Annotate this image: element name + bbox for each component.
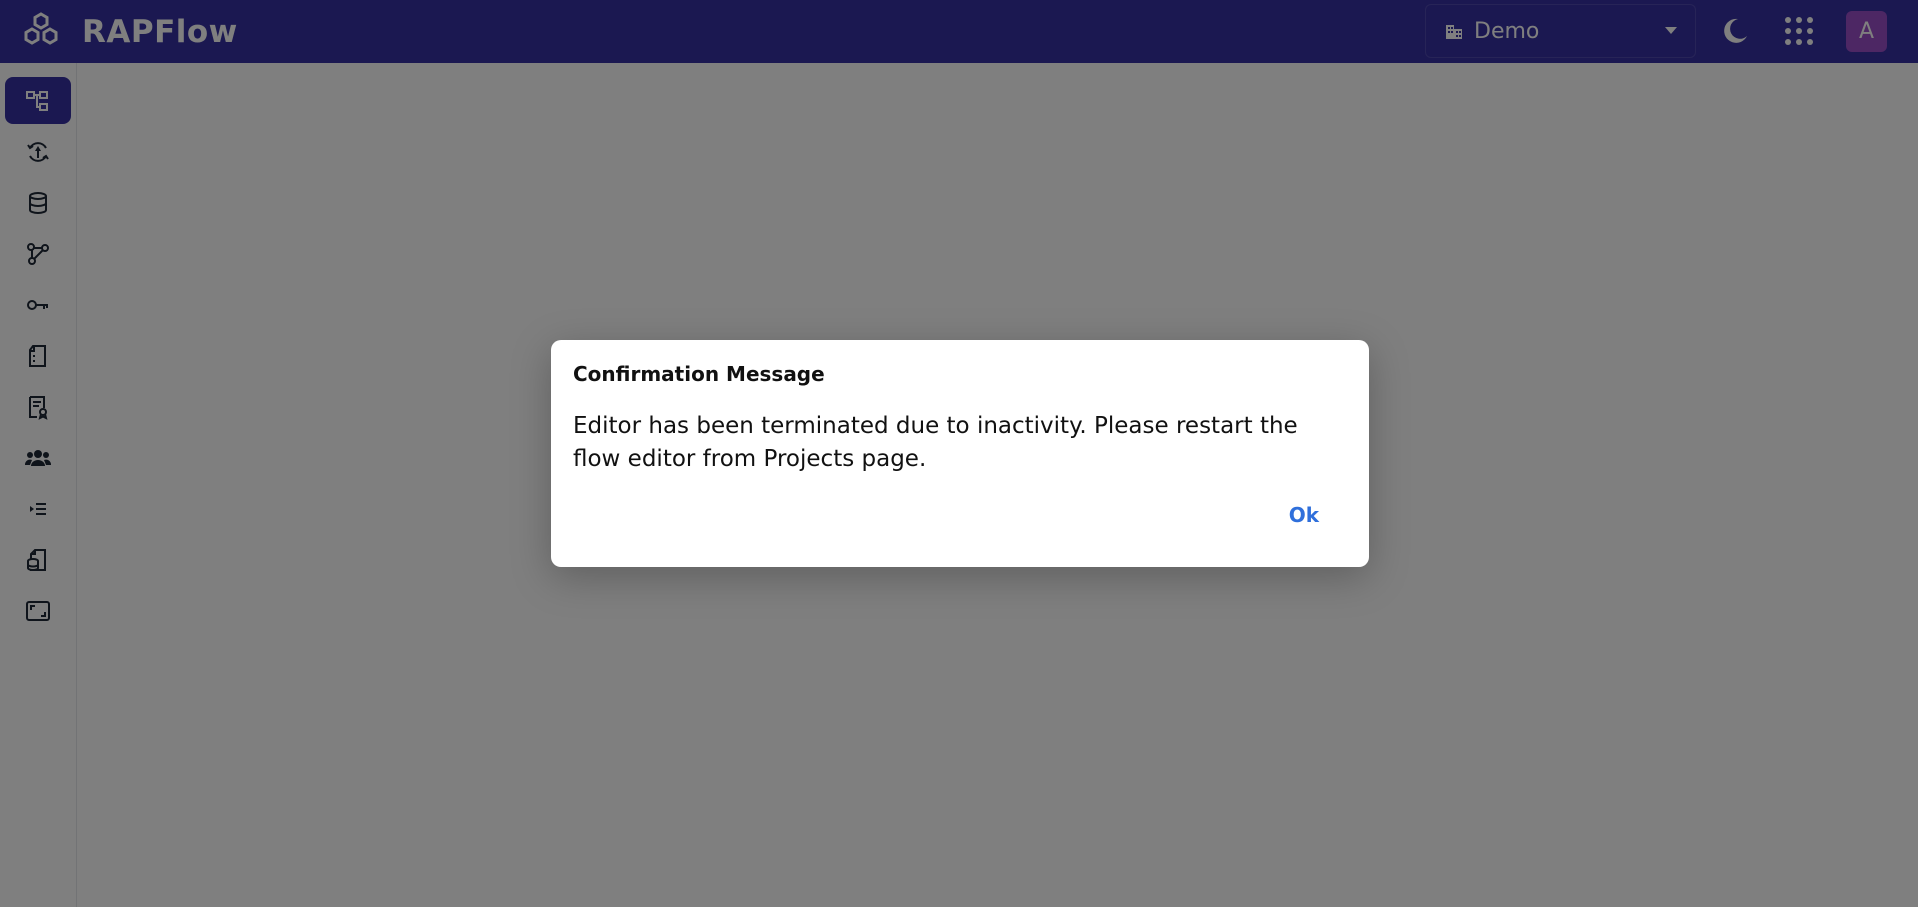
confirmation-dialog: Confirmation Message Editor has been ter… [551, 340, 1369, 567]
dialog-title: Confirmation Message [573, 362, 825, 386]
app-root: RAPFlow Demo [0, 0, 1918, 907]
ok-button[interactable]: Ok [1289, 503, 1319, 527]
dialog-message: Editor has been terminated due to inacti… [573, 413, 1298, 472]
